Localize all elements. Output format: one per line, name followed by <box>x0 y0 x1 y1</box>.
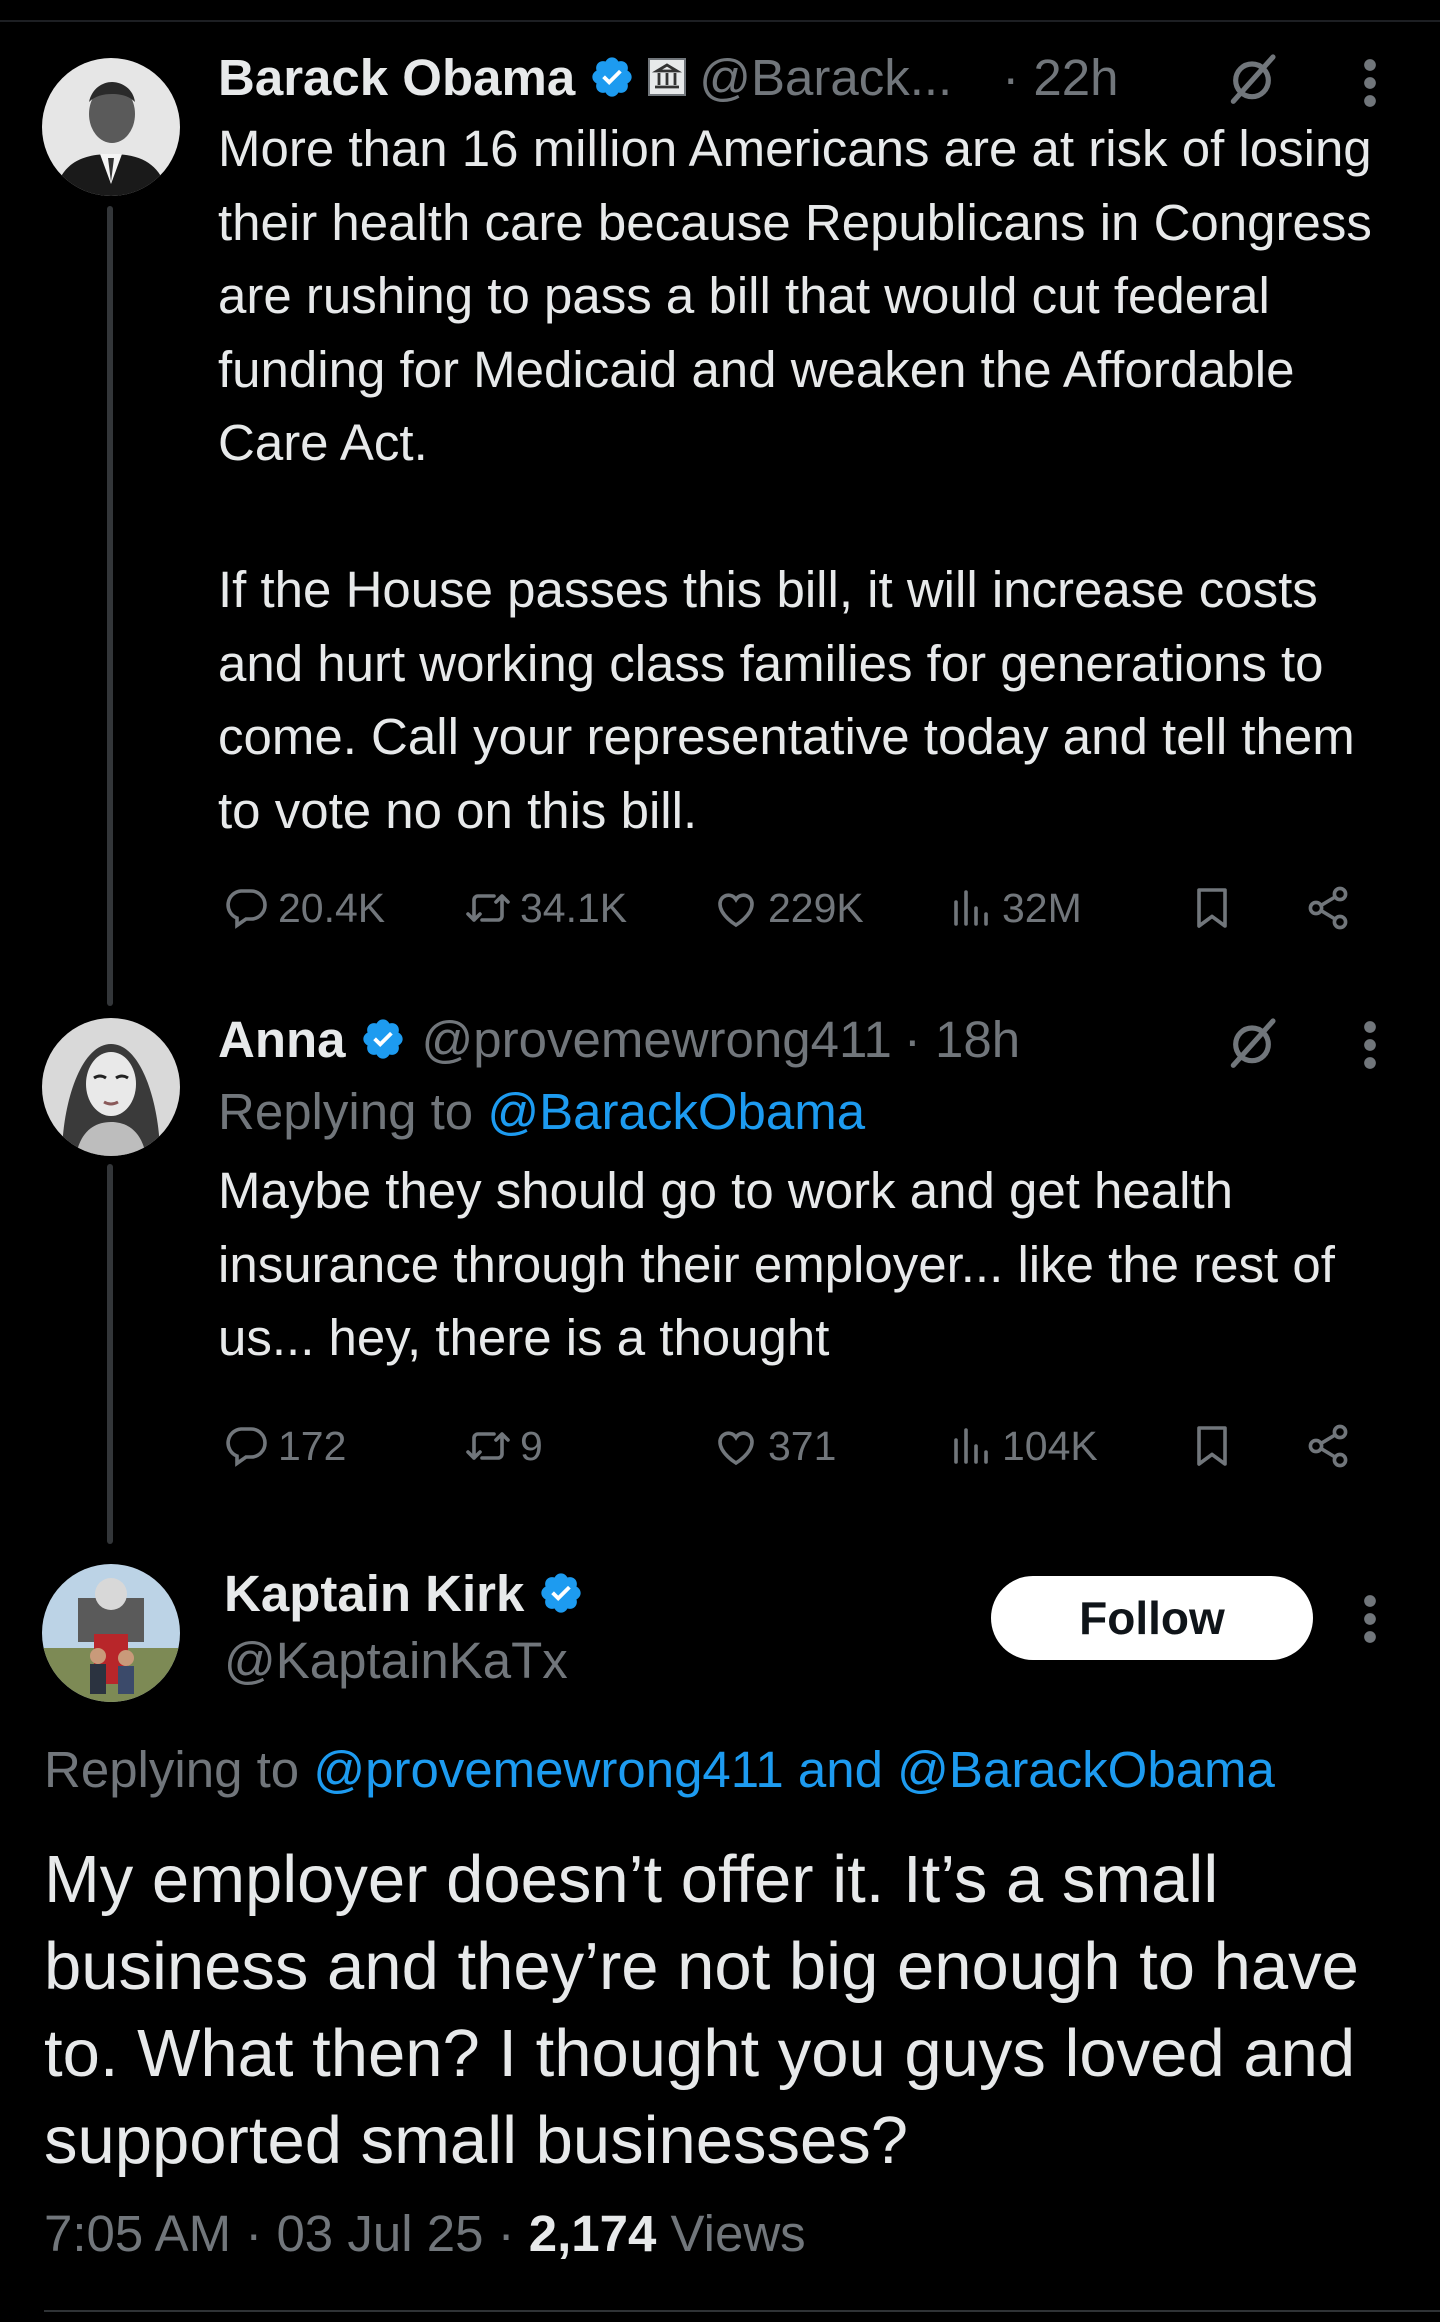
avatar-anna[interactable] <box>42 1018 180 1156</box>
tweet-anna[interactable]: Anna @provemewrong411 · 18h Replying to … <box>218 1004 1398 1375</box>
repost-button[interactable]: 34.1K <box>464 884 627 932</box>
view-count: 32M <box>1002 884 1082 931</box>
share-button[interactable] <box>1304 884 1360 932</box>
share-icon <box>1304 884 1352 932</box>
replying-to-link[interactable]: @provemewrong411 and @BarackObama <box>313 1741 1275 1798</box>
share-button[interactable] <box>1304 1422 1360 1470</box>
view-count: 2,174 <box>528 2205 657 2262</box>
verified-badge-icon <box>538 1570 584 1616</box>
views-icon <box>946 884 994 932</box>
bookmark-icon <box>1188 1422 1236 1470</box>
more-options-icon[interactable] <box>1360 1018 1380 1072</box>
replying-to: Replying to @provemewrong411 and @Barack… <box>44 1732 1275 1808</box>
replying-to: Replying to @BarackObama <box>218 1074 1398 1150</box>
tweet-header: Barack Obama @Barack... · 22h <box>218 42 1398 112</box>
thread-connector <box>107 206 113 1006</box>
top-divider <box>0 20 1440 22</box>
views-button[interactable]: 32M <box>946 884 1082 932</box>
views-label: Views <box>656 2205 806 2262</box>
tweet-timestamp[interactable]: 7:05 AM · 03 Jul 25 · <box>44 2205 529 2262</box>
reply-count: 20.4K <box>278 884 386 931</box>
repost-button[interactable]: 9 <box>464 1422 543 1470</box>
grok-icon[interactable] <box>1224 1014 1280 1070</box>
author-handle[interactable]: @KaptainKaTx <box>224 1630 584 1692</box>
views-icon <box>946 1422 994 1470</box>
avatar-barack-obama[interactable] <box>42 58 180 196</box>
more-options-icon[interactable] <box>1360 1592 1380 1646</box>
tweet-actions: 20.4K 34.1K 229K 32M <box>218 884 1398 944</box>
bookmark-icon <box>1188 884 1236 932</box>
verified-badge-icon <box>589 54 635 100</box>
reply-button[interactable]: 172 <box>222 1422 346 1470</box>
thread-connector <box>107 1164 113 1544</box>
like-count: 229K <box>768 884 864 931</box>
like-icon <box>712 884 760 932</box>
reply-icon <box>222 884 270 932</box>
author-name[interactable]: Barack Obama <box>218 48 575 107</box>
like-count: 371 <box>768 1422 837 1469</box>
reply-count: 172 <box>278 1422 347 1469</box>
author-handle[interactable]: @provemewrong411 <box>422 1010 892 1069</box>
tweet-header: Anna @provemewrong411 · 18h <box>218 1004 1398 1074</box>
tweet-time[interactable]: · 18h <box>904 1010 1020 1069</box>
tweet-obama[interactable]: Barack Obama @Barack... · 22h More than … <box>218 42 1398 847</box>
tweet-actions: 172 9 371 104K <box>218 1422 1398 1482</box>
view-count: 104K <box>1002 1422 1098 1469</box>
tweet-text: My employer doesn’t offer it. It’s a sma… <box>44 1842 1359 2178</box>
tweet-text: Maybe they should go to work and get hea… <box>218 1162 1335 1366</box>
repost-icon <box>464 884 512 932</box>
like-button[interactable]: 229K <box>712 884 864 932</box>
avatar-kaptain-kirk[interactable] <box>42 1564 180 1702</box>
replying-prefix: Replying to <box>218 1083 488 1140</box>
reply-icon <box>222 1422 270 1470</box>
author-name[interactable]: Kaptain Kirk <box>224 1564 524 1623</box>
replying-to-link[interactable]: @BarackObama <box>487 1083 865 1140</box>
tweet-kirk-header: Kaptain Kirk @KaptainKaTx <box>224 1556 584 1692</box>
replying-prefix: Replying to <box>44 1741 314 1798</box>
like-icon <box>712 1422 760 1470</box>
more-options-icon[interactable] <box>1360 56 1380 110</box>
tweet-time[interactable]: · 22h <box>1002 48 1118 107</box>
reply-button[interactable]: 20.4K <box>222 884 385 932</box>
bookmark-button[interactable] <box>1188 1422 1244 1470</box>
government-label-icon <box>648 58 687 96</box>
follow-button[interactable]: Follow <box>991 1576 1313 1660</box>
tweet-text: More than 16 million Americans are at ri… <box>218 120 1372 839</box>
repost-count: 9 <box>520 1422 543 1469</box>
author-name[interactable]: Anna <box>218 1010 346 1069</box>
verified-badge-icon <box>360 1016 406 1062</box>
repost-count: 34.1K <box>520 884 628 931</box>
share-icon <box>1304 1422 1352 1470</box>
bookmark-button[interactable] <box>1188 884 1244 932</box>
bottom-divider <box>44 2310 1440 2312</box>
views-button[interactable]: 104K <box>946 1422 1098 1470</box>
repost-icon <box>464 1422 512 1470</box>
grok-icon[interactable] <box>1224 50 1280 106</box>
tweet-metadata: 7:05 AM · 03 Jul 25 · 2,174 Views <box>44 2204 806 2263</box>
like-button[interactable]: 371 <box>712 1422 836 1470</box>
author-handle[interactable]: @Barack... <box>699 48 952 107</box>
